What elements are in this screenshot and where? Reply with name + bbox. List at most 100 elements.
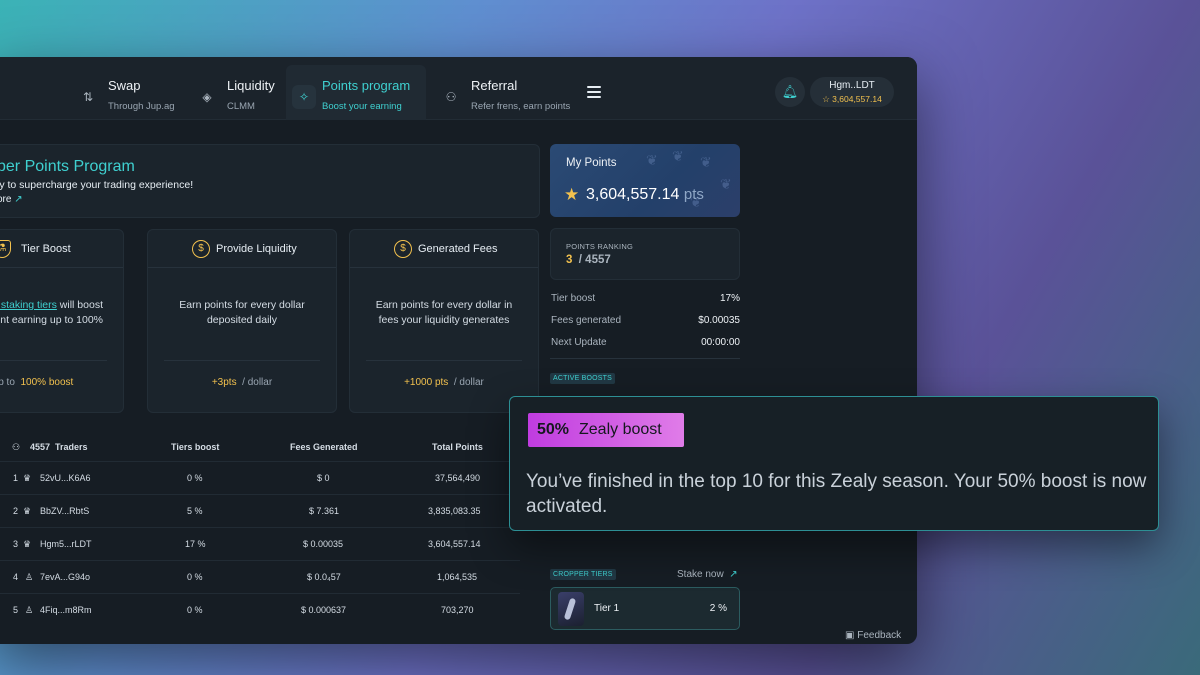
sparkle-icon: ✧ (292, 85, 316, 109)
nav-swap-label: Swap (108, 78, 141, 93)
row-rank: 1 (13, 473, 19, 483)
tier-image (558, 592, 584, 626)
feedback-button[interactable]: ▣ Feedback (845, 630, 901, 641)
card-body-line1: Earn points for every dollar in (375, 299, 513, 311)
learn-more-label: ore (0, 194, 12, 205)
table-row[interactable]: 4 ♙ 7evA...G94o 0 % $ 0.0₄57 1,064,535 (0, 560, 520, 593)
crown-icon: ♛ (23, 473, 32, 483)
nav-referral[interactable]: ⚇ Referral Refer frens, earn points (439, 65, 579, 120)
row-fees: $ 0 (317, 473, 330, 483)
boost-percent: 50% (537, 421, 570, 438)
row-fees: $ 0.00035 (303, 539, 344, 549)
row-trader: Hgm5...rLDT (40, 539, 92, 549)
table-row[interactable]: 3 ♛ Hgm5...rLDT 17 % $ 0.00035 3,604,557… (0, 527, 520, 560)
card-footer: +3pts / dollar (148, 377, 336, 388)
ranking-value: 3 / 4557 (566, 254, 611, 266)
stake-now-link[interactable]: Stake now ↗ (677, 569, 738, 580)
table-row[interactable]: 5 ♙ 4Fiq...m8Rm 0 % $ 0.000637 703,270 (0, 593, 520, 626)
table-row[interactable]: 2 ♛ BbZV...RbtS 5 % $ 7.361 3,835,083.35 (0, 494, 520, 527)
card-body-text: will boost (56, 299, 103, 311)
my-points-value: 3,604,557.14 pts (586, 186, 704, 204)
top-navigation: ⇅ Swap Through Jup.ag ◈ Liquidity CLMM ✧… (0, 57, 917, 120)
row-total: 703,270 (441, 605, 474, 615)
card-body-line1: Earn points for every dollar (179, 299, 305, 311)
feedback-label: Feedback (857, 630, 902, 641)
row-trader: 4Fiq...m8Rm (40, 605, 92, 615)
person-icon: ♙ (25, 605, 34, 615)
table-row[interactable]: 1 ♛ 52vU...K6A6 0 % $ 0 37,564,490 (0, 461, 520, 494)
fees-header: Fees Generated (290, 442, 358, 452)
app-window: ⇅ Swap Through Jup.ag ◈ Liquidity CLMM ✧… (0, 57, 917, 644)
wallet-button[interactable]: Hgm..LDT ☆ 3,604,557.14 (810, 77, 894, 107)
nav-liquidity[interactable]: ◈ Liquidity CLMM (195, 65, 285, 120)
decor-icon: ❦ (646, 152, 658, 168)
card-footer: Up to 100% boost (0, 377, 123, 388)
card-header: ⚗ Tier Boost (0, 230, 123, 268)
person-icon: ♙ (25, 572, 34, 582)
wallet-points: ☆ 3,604,557.14 (810, 94, 894, 105)
external-link-icon: ↗ (729, 569, 738, 580)
nav-liquidity-sub: CLMM (227, 101, 255, 112)
learn-more-link[interactable]: ore ↗ (0, 194, 23, 205)
leaderboard-table: ⚇ 4557 Traders Tiers boost Fees Generate… (0, 427, 520, 644)
points-ranking: POINTS RANKING 3 / 4557 (550, 228, 740, 280)
row-rank: 5 (13, 605, 19, 615)
nav-points-label: Points program (322, 78, 411, 93)
row-total: 3,835,083.35 (428, 506, 481, 516)
nav-swap[interactable]: ⇅ Swap Through Jup.ag (76, 65, 186, 120)
card-header: $ Provide Liquidity (148, 230, 336, 268)
divider (550, 358, 740, 359)
nav-referral-sub: Refer frens, earn points (471, 101, 571, 112)
stat-tier-boost: Tier boost 17% (550, 293, 740, 309)
users-icon: ⚇ (12, 442, 21, 452)
card-title: Tier Boost (21, 243, 71, 255)
row-total: 3,604,557.14 (428, 539, 481, 549)
total-points-header: Total Points (432, 442, 483, 452)
boost-name: Zealy boost (579, 421, 662, 438)
card-body-line2: oint earning up to 100% (0, 314, 103, 326)
my-points-label: My Points (566, 157, 617, 169)
row-rank: 3 (13, 539, 19, 549)
row-tier: 0 % (187, 605, 203, 615)
divider (366, 360, 522, 361)
traders-count: 4557 (30, 442, 51, 452)
program-banner: per Points Program ly to supercharge you… (0, 144, 540, 218)
tier-card[interactable]: Tier 1 2 % (550, 587, 740, 630)
decor-icon: ❦ (720, 176, 732, 192)
nav-referral-label: Referral (471, 78, 518, 93)
wallet-points-value: 3,604,557.14 (832, 94, 882, 104)
bell-icon[interactable]: 🔔︎ (775, 77, 805, 107)
nav-points-sub: Boost your earning (322, 101, 402, 112)
wallet-name: Hgm..LDT (829, 80, 875, 91)
row-total: 37,564,490 (435, 473, 481, 483)
row-tier: 0 % (187, 572, 203, 582)
stat-fees-generated: Fees generated $0.00035 (550, 315, 740, 331)
crown-icon: ♛ (23, 506, 32, 516)
card-body-line2: fees your liquidity generates (378, 314, 510, 326)
dollar-drop-icon: $ (192, 240, 210, 258)
footer-unit: / dollar (242, 377, 273, 388)
ranking-position: 3 (566, 254, 573, 266)
points-unit: pts (683, 186, 704, 203)
stat-value: $0.00035 (698, 315, 740, 326)
page-title: per Points Program (0, 158, 135, 175)
divider (164, 360, 320, 361)
card-title: Generated Fees (418, 243, 498, 255)
traders-label: Traders (55, 442, 88, 452)
footer-value: +3pts (211, 377, 237, 388)
nav-swap-sub: Through Jup.ag (108, 101, 175, 112)
active-boosts-label: ACTIVE BOOSTS (550, 373, 615, 384)
card-header: $ Generated Fees (350, 230, 538, 268)
nav-points-program[interactable]: ✧ Points program Boost your earning (286, 65, 426, 120)
ranking-total: / 4557 (578, 254, 611, 266)
menu-icon[interactable] (587, 86, 601, 98)
stat-key: Tier boost (551, 293, 596, 304)
card-body: Earn points for every dollar in fees you… (350, 298, 538, 328)
row-fees: $ 7.361 (309, 506, 340, 516)
row-fees: $ 0.000637 (301, 605, 347, 615)
decor-icon: ❦ (672, 148, 684, 164)
card-provide-liquidity: $ Provide Liquidity Earn points for ever… (147, 229, 337, 413)
staking-tiers-link[interactable]: r staking tiers (0, 299, 57, 311)
stake-now-label: Stake now (677, 569, 724, 580)
tiers-boost-header: Tiers boost (171, 442, 220, 452)
